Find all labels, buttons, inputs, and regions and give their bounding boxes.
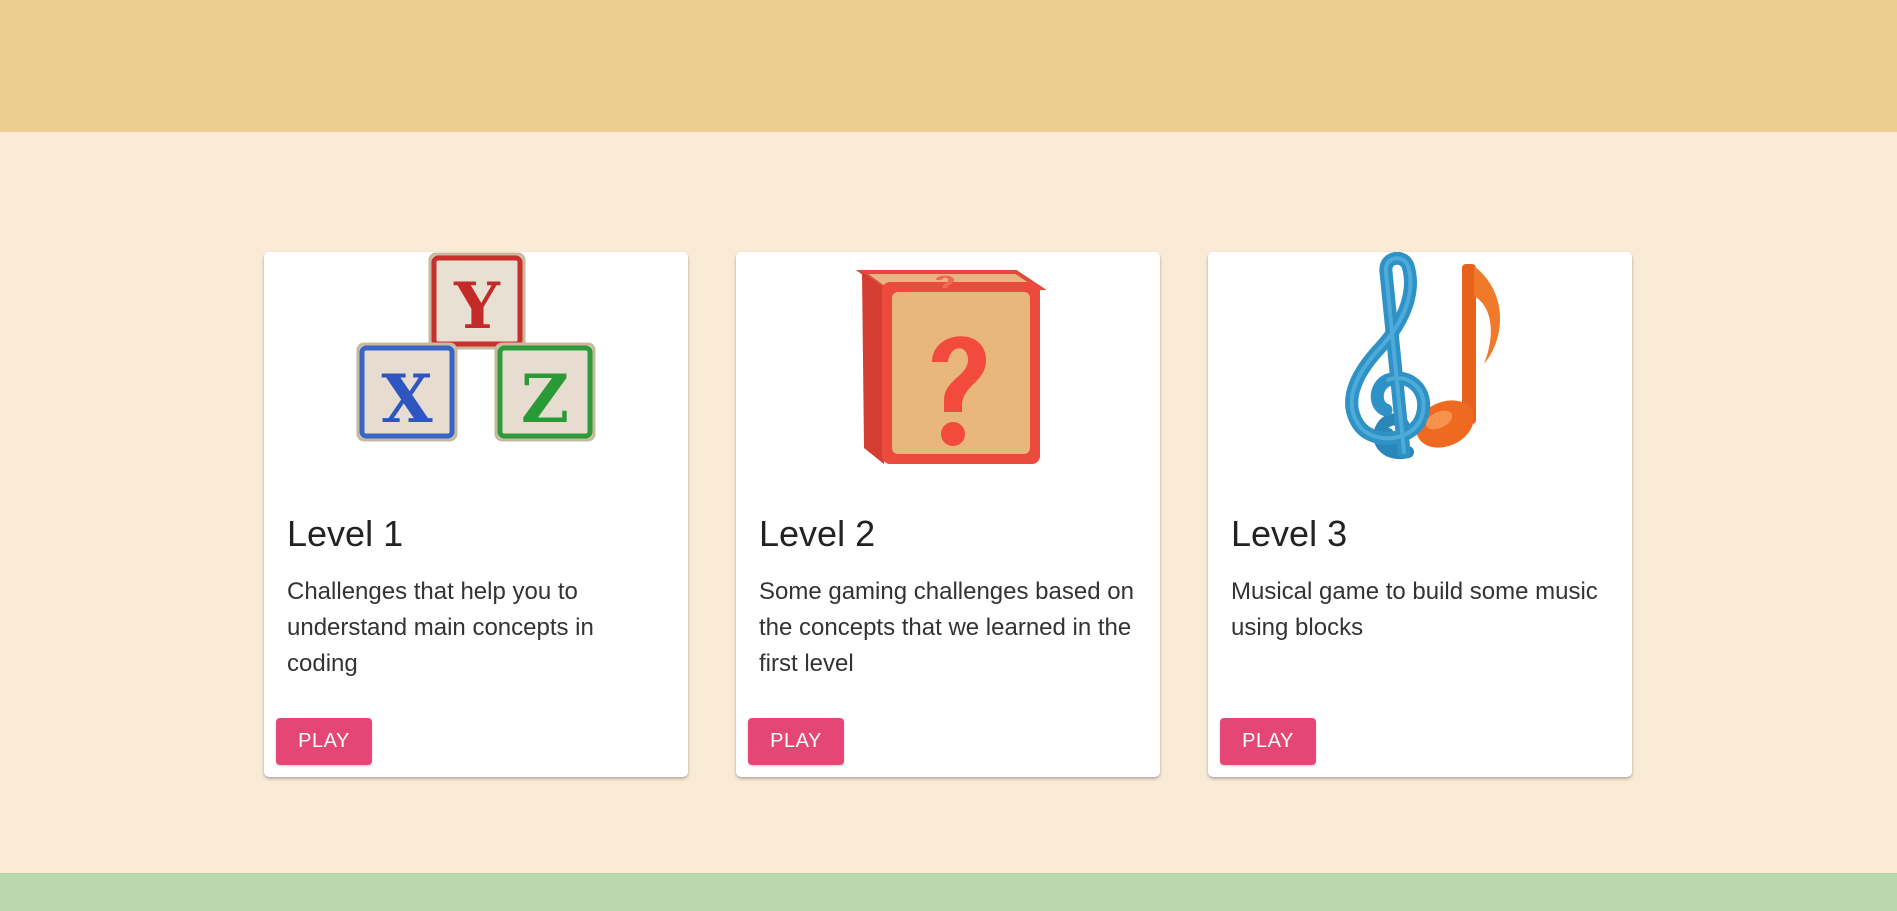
level-card-2: Level 2 Some gaming challenges based on … [736, 252, 1160, 777]
level-2-image [736, 252, 1160, 484]
level-3-title: Level 3 [1231, 513, 1348, 554]
y-block-letter: Y [453, 269, 501, 344]
level-1-description: Challenges that help you to understand m… [287, 578, 594, 677]
y-block: Y [428, 252, 526, 350]
level-2-play-button[interactable]: PLAY [748, 718, 844, 765]
header-bar [0, 0, 1897, 132]
z-block: Z [494, 342, 596, 442]
question-mark-block-image [855, 270, 1047, 464]
footer-bar [0, 873, 1897, 911]
z-block-letter: Z [521, 360, 569, 438]
level-3-play-button[interactable]: PLAY [1220, 718, 1316, 765]
level-3-description: Musical game to build some music using b… [1231, 578, 1598, 641]
level-card-1: Y X Z Level 1 Challenges that help you t… [264, 252, 688, 777]
level-3-image [1208, 252, 1632, 484]
level-2-description: Some gaming challenges based on the conc… [759, 578, 1134, 677]
treble-clef-icon [1345, 252, 1431, 460]
level-1-image: Y X Z [264, 252, 688, 484]
question-block [855, 270, 1047, 464]
level-1-title: Level 1 [287, 513, 404, 554]
level-card-3: Level 3 Musical game to build some music… [1208, 252, 1632, 777]
level-2-title: Level 2 [759, 513, 876, 554]
music-notes-image [1345, 252, 1501, 460]
x-block-letter: X [381, 360, 433, 438]
level-cards: Y X Z Level 1 Challenges that help you t… [264, 252, 1632, 777]
xyz-blocks-image: Y X Z [356, 252, 596, 442]
level-1-play-button[interactable]: PLAY [276, 718, 372, 765]
x-block: X [356, 342, 458, 442]
